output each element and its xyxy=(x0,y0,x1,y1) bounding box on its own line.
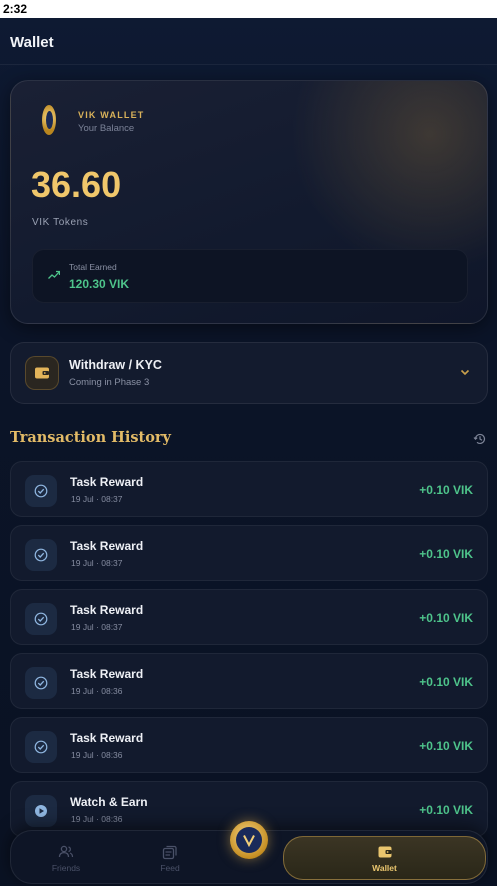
trending-up-icon xyxy=(48,270,60,279)
wallet-icon xyxy=(378,846,391,857)
nav-feed[interactable]: Feed xyxy=(115,831,225,885)
transaction-row[interactable]: Task Reward 19 Jul · 08:37 +0.10 VIK xyxy=(10,461,488,517)
balance-card: VIK WALLET Your Balance 36.60 VIK Tokens… xyxy=(10,80,488,324)
transaction-amount: +0.10 VIK xyxy=(419,611,473,625)
transaction-title: Watch & Earn xyxy=(70,795,148,809)
total-earned-value: 120.30 VIK xyxy=(69,277,130,291)
balance-subtitle: Your Balance xyxy=(78,123,135,134)
transaction-amount: +0.10 VIK xyxy=(419,803,473,817)
transaction-title: Task Reward xyxy=(70,539,144,553)
withdraw-title: Withdraw / KYC xyxy=(69,358,162,372)
transaction-time: 19 Jul · 08:36 xyxy=(71,686,123,696)
transaction-amount: +0.10 VIK xyxy=(419,547,473,561)
wallet-brand: VIK WALLET xyxy=(78,110,145,120)
transaction-title: Task Reward xyxy=(70,603,144,617)
withdraw-kyc-card[interactable]: Withdraw / KYC Coming in Phase 3 xyxy=(10,342,488,404)
check-circle-icon xyxy=(25,731,57,763)
transaction-amount: +0.10 VIK xyxy=(419,483,473,497)
chevron-down-icon[interactable] xyxy=(459,366,471,378)
transaction-title: Task Reward xyxy=(70,731,144,745)
nav-wallet-label: Wallet xyxy=(372,862,397,873)
total-earned-box: Total Earned 120.30 VIK xyxy=(32,249,468,303)
transaction-time: 19 Jul · 08:37 xyxy=(71,622,123,632)
wallet-screen: 2:32 Wallet VIK WALLET Your Balance 36.6… xyxy=(0,0,497,886)
transaction-title: Task Reward xyxy=(70,475,144,489)
balance-amount: 36.60 xyxy=(31,164,122,205)
balance-unit: VIK Tokens xyxy=(32,217,89,228)
transaction-time: 19 Jul · 08:36 xyxy=(71,814,123,824)
vik-coin-icon xyxy=(42,105,56,135)
vik-logo-icon xyxy=(236,827,262,853)
transaction-time: 19 Jul · 08:37 xyxy=(71,558,123,568)
feed-icon xyxy=(162,845,177,859)
nav-friends-label: Friends xyxy=(51,862,81,873)
total-earned-label: Total Earned xyxy=(69,262,117,272)
transaction-amount: +0.10 VIK xyxy=(419,739,473,753)
users-icon xyxy=(58,845,74,857)
check-circle-icon xyxy=(25,603,57,635)
transaction-row[interactable]: Task Reward 19 Jul · 08:36 +0.10 VIK xyxy=(10,653,488,709)
vik-coin-button[interactable] xyxy=(230,821,268,859)
page-title: Wallet xyxy=(10,34,54,51)
withdraw-subtitle: Coming in Phase 3 xyxy=(69,377,150,388)
transaction-row[interactable]: Task Reward 19 Jul · 08:37 +0.10 VIK xyxy=(10,525,488,581)
nav-friends[interactable]: Friends xyxy=(11,831,121,885)
nav-feed-label: Feed xyxy=(160,862,180,873)
nav-wallet[interactable]: Wallet xyxy=(283,836,486,880)
header-divider xyxy=(0,64,497,65)
transaction-time: 19 Jul · 08:36 xyxy=(71,750,123,760)
status-bar: 2:32 xyxy=(0,0,497,18)
transaction-time: 19 Jul · 08:37 xyxy=(71,494,123,504)
history-icon[interactable] xyxy=(473,432,487,446)
transaction-row[interactable]: Task Reward 19 Jul · 08:36 +0.10 VIK xyxy=(10,717,488,773)
check-circle-icon xyxy=(25,475,57,507)
check-circle-icon xyxy=(25,539,57,571)
transaction-title: Task Reward xyxy=(70,667,144,681)
wallet-icon xyxy=(25,356,59,390)
check-circle-icon xyxy=(25,667,57,699)
transaction-amount: +0.10 VIK xyxy=(419,675,473,689)
transaction-row[interactable]: Task Reward 19 Jul · 08:37 +0.10 VIK xyxy=(10,589,488,645)
transaction-history-title: Transaction History xyxy=(10,429,171,446)
status-time: 2:32 xyxy=(3,2,28,16)
play-circle-icon xyxy=(25,795,57,827)
